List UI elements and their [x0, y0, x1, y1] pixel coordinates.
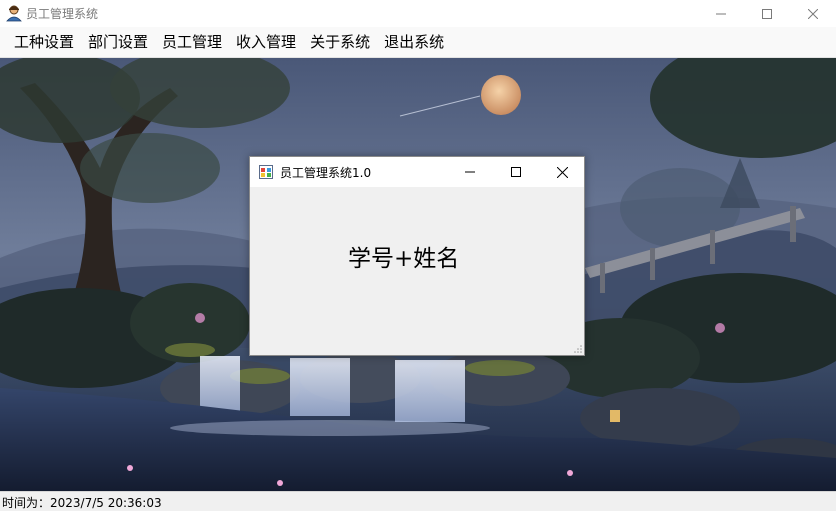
close-icon [808, 8, 818, 19]
student-id-name-label: 学号+姓名 [348, 246, 460, 272]
dialog-close-button[interactable] [539, 157, 585, 187]
maximize-button[interactable] [744, 0, 790, 27]
dialog-title-bar[interactable]: 员工管理系统1.0 [250, 157, 584, 187]
dialog-title: 员工管理系统1.0 [280, 166, 372, 180]
resize-grip-icon[interactable] [574, 345, 582, 353]
status-time-label: 时间为：2023/7/5 20:36:03 [2, 496, 162, 510]
menu-item-job-type-settings[interactable]: 工种设置 [7, 27, 81, 58]
main-title-bar[interactable]: 员工管理系统 [0, 0, 836, 27]
menu-item-employee-management[interactable]: 员工管理 [155, 27, 229, 58]
menu-item-exit-system[interactable]: 退出系统 [377, 27, 451, 58]
menu-item-income-management[interactable]: 收入管理 [229, 27, 303, 58]
close-button[interactable] [790, 0, 836, 27]
minimize-button[interactable] [698, 0, 744, 27]
minimize-icon [716, 13, 726, 14]
window-title: 员工管理系统 [26, 7, 99, 21]
maximize-icon [511, 167, 521, 177]
status-bar: 时间为：2023/7/5 20:36:03 [0, 491, 836, 510]
app-form-icon [259, 165, 273, 179]
menu-item-department-settings[interactable]: 部门设置 [81, 27, 155, 58]
maximize-icon [762, 8, 772, 19]
user-icon [6, 5, 22, 22]
menu-bar: 工种设置 部门设置 员工管理 收入管理 关于系统 退出系统 [0, 27, 836, 58]
dialog-maximize-button[interactable] [493, 157, 539, 187]
minimize-icon [465, 171, 475, 173]
about-dialog: 员工管理系统1.0 学号+姓名 [249, 156, 585, 356]
dialog-minimize-button[interactable] [447, 157, 493, 187]
menu-item-about-system[interactable]: 关于系统 [303, 27, 377, 58]
close-icon [556, 166, 568, 178]
